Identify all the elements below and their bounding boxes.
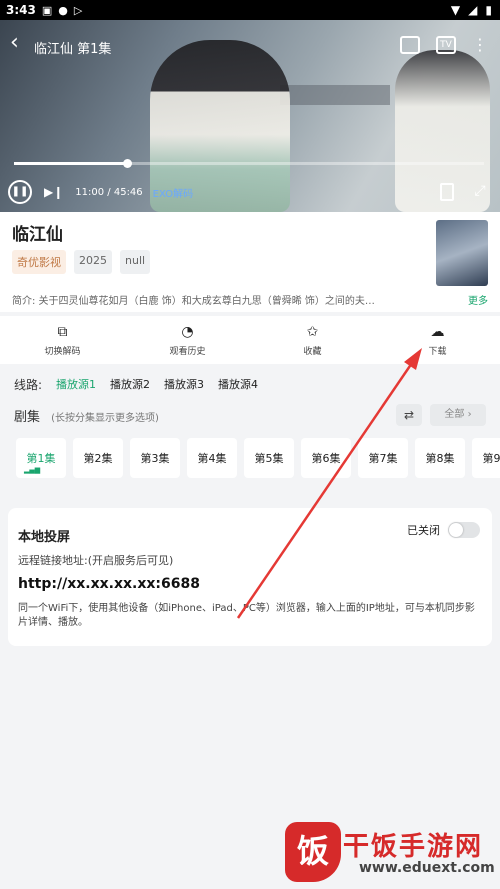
show-title: 临江仙 [12, 225, 63, 245]
episode-item[interactable]: 第7集 [358, 438, 408, 478]
more-options-icon[interactable]: ⋮ [472, 36, 488, 54]
source-selector: 线路: 播放源1 播放源2 播放源3 播放源4 [14, 376, 258, 393]
source-option-3[interactable]: 播放源3 [164, 376, 204, 393]
episode-label: 第8集 [425, 452, 455, 465]
progress-bar[interactable] [14, 159, 484, 168]
tv-cast-icon[interactable]: TV [436, 36, 456, 54]
watermark: 饭 干饭手游网 www.eduext.com [285, 822, 495, 884]
episode-label: 第3集 [140, 452, 170, 465]
switch-decode-icon: ⧉ [57, 323, 68, 340]
status-time: 3:43 [6, 3, 36, 17]
tv-label: TV [440, 40, 452, 50]
video-player[interactable]: ‹ 临江仙 第1集 TV ⋮ ❚❚ ▶❙ 11:00 / 45:46 EXO解码… [0, 20, 500, 212]
android-icon: ▣ [41, 3, 53, 17]
download-icon: ☁ [430, 323, 445, 340]
tag-year: 2025 [74, 250, 112, 274]
favorite-icon: ✩ [306, 323, 319, 340]
app-notification-icon: ● [58, 3, 68, 17]
watermark-brand: 干饭手游网 [343, 832, 484, 862]
play-store-icon: ▷ [73, 3, 83, 17]
switch-decode-button[interactable]: ⧉ 切换解码 [0, 316, 125, 364]
show-info: 临江仙 奇优影视 2025 null 简介: 关于四灵仙尊花如月（白鹿 饰）和大… [0, 212, 500, 312]
favorite-label: 收藏 [303, 346, 322, 357]
decoder-label[interactable]: EXO解码 [153, 185, 193, 200]
episode-item[interactable]: 第2集 [73, 438, 123, 478]
cast-toggle[interactable] [448, 522, 480, 538]
local-cast-card: 本地投屏 已关闭 远程链接地址:(开启服务后可见) http://xx.xx.x… [8, 508, 492, 646]
episode-item[interactable]: 第3集 [130, 438, 180, 478]
episode-label: 第4集 [197, 452, 227, 465]
watermark-logo: 饭 [285, 822, 341, 882]
switch-decode-label: 切换解码 [44, 346, 81, 357]
playing-indicator-icon: ▂▄▆ [24, 466, 41, 474]
timecode: 11:00 / 45:46 [75, 186, 143, 198]
action-bar: ⧉ 切换解码 ◔ 观看历史 ✩ 收藏 ☁ 下载 [0, 316, 500, 364]
episode-label: 第6集 [311, 452, 341, 465]
episode-list: 第1集▂▄▆ 第2集 第3集 第4集 第5集 第6集 第7集 第8集 第9集 [16, 438, 500, 478]
battery-icon: ▮ [485, 3, 492, 17]
intro-body: 简介: 关于四灵仙尊花如月（白鹿 饰）和大成玄尊白九思（曾舜晞 饰）之间的夫… [12, 296, 375, 307]
cast-description: 同一个WiFi下，使用其他设备（如iPhone、iPad、PC等）浏览器，输入上… [18, 603, 475, 628]
episode-item[interactable]: 第4集 [187, 438, 237, 478]
fullscreen-icon[interactable]: ⤢ [472, 183, 488, 199]
tag-extra: null [120, 250, 151, 274]
reverse-order-icon[interactable]: ⇄ [396, 404, 422, 426]
episode-label: 第7集 [368, 452, 398, 465]
progress-fill [14, 162, 127, 165]
intro-more-link[interactable]: 更多 [464, 292, 488, 307]
episode-item[interactable]: 第1集 ▂▄▆ [16, 438, 66, 478]
episode-item[interactable]: 第8集 [415, 438, 465, 478]
download-button[interactable]: ☁ 下载 [375, 316, 500, 364]
watermark-url: www.eduext.com [359, 860, 495, 876]
cast-title: 本地投屏 [18, 530, 71, 545]
history-label: 观看历史 [169, 346, 206, 357]
cast-toggle-knob [449, 523, 463, 537]
poster-image[interactable] [436, 220, 488, 286]
cast-state: 已关闭 [407, 524, 440, 537]
episode-label: 第9集 [482, 452, 500, 465]
status-bar: 3:43 ▣ ● ▷ ▼ ◢ ▮ [0, 0, 500, 20]
all-episodes-button[interactable]: 全部 › [430, 404, 486, 426]
source-option-2[interactable]: 播放源2 [110, 376, 150, 393]
episodes-hint: (长按分集显示更多选项) [51, 413, 159, 424]
intro-text: 简介: 关于四灵仙尊花如月（白鹿 饰）和大成玄尊白九思（曾舜晞 饰）之间的夫… … [12, 292, 488, 307]
signal-icon: ◢ [468, 3, 478, 17]
episodes-heading: 剧集 [14, 410, 41, 425]
history-icon: ◔ [181, 323, 194, 340]
source-label: 线路: [14, 378, 43, 392]
episode-item[interactable]: 第9集 [472, 438, 500, 478]
episode-label: 第5集 [254, 452, 284, 465]
episodes-header: 剧集 (长按分集显示更多选项) ⇄ 全部 › [14, 404, 486, 426]
cast-address: http://xx.xx.xx.xx:6688 [18, 576, 200, 592]
favorite-button[interactable]: ✩ 收藏 [250, 316, 375, 364]
episode-item[interactable]: 第6集 [301, 438, 351, 478]
cast-subtitle: 远程链接地址:(开启服务后可见) [18, 554, 174, 567]
next-episode-button[interactable]: ▶❙ [44, 185, 63, 199]
scene-background [280, 85, 390, 105]
source-option-1[interactable]: 播放源1 [56, 376, 96, 393]
progress-handle[interactable] [122, 159, 132, 168]
rotate-screen-icon[interactable] [440, 183, 454, 201]
episode-label: 第1集 [26, 452, 56, 465]
wifi-icon: ▼ [450, 3, 461, 17]
episode-item[interactable]: 第5集 [244, 438, 294, 478]
download-label: 下载 [428, 346, 447, 357]
history-button[interactable]: ◔ 观看历史 [125, 316, 250, 364]
pip-icon[interactable] [400, 36, 420, 54]
player-title: 临江仙 第1集 [34, 42, 112, 57]
episode-label: 第2集 [83, 452, 113, 465]
back-icon[interactable]: ‹ [10, 32, 30, 54]
tag-source: 奇优影视 [12, 250, 66, 274]
source-option-4[interactable]: 播放源4 [218, 376, 258, 393]
pause-button[interactable]: ❚❚ [8, 180, 32, 204]
